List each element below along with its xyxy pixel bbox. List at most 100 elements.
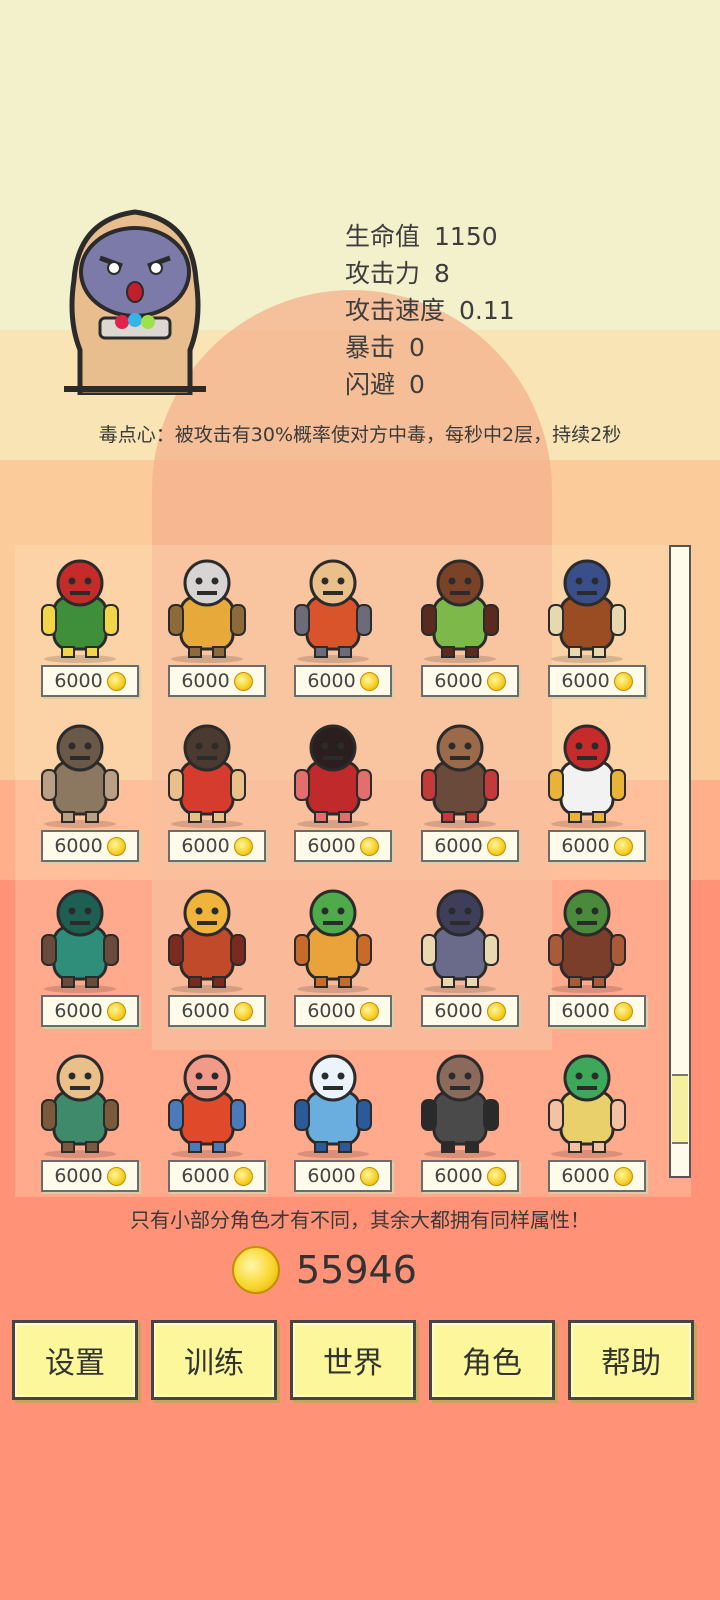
stat-hp: 生命值 1150 <box>345 222 498 251</box>
character-button[interactable]: 角色 <box>429 1320 555 1400</box>
price-value: 6000 <box>434 1000 483 1022</box>
character-card[interactable]: 6000 <box>152 877 266 1037</box>
coin-icon <box>486 1001 506 1021</box>
settings-button[interactable]: 设置 <box>12 1320 138 1400</box>
price-tag: 6000 <box>168 1160 266 1192</box>
green-troll-icon <box>41 889 119 993</box>
fox-cook-icon <box>168 1054 246 1158</box>
price-tag: 6000 <box>548 1160 646 1192</box>
price-value: 6000 <box>307 1000 356 1022</box>
price-tag: 6000 <box>294 665 392 697</box>
character-card[interactable]: 6000 <box>405 712 519 872</box>
character-card[interactable]: 6000 <box>152 1042 266 1202</box>
coin-icon <box>359 836 379 856</box>
coin-icon <box>613 1001 633 1021</box>
price-tag: 6000 <box>168 995 266 1027</box>
coin-icon <box>613 1166 633 1186</box>
character-card[interactable]: 6000 <box>25 877 139 1037</box>
price-value: 6000 <box>54 1000 103 1022</box>
tentacle-monster-icon <box>421 889 499 993</box>
chimera-icon <box>294 889 372 993</box>
hero-portrait-icon <box>64 209 206 395</box>
price-tag: 6000 <box>41 1160 139 1192</box>
price-tag: 6000 <box>41 665 139 697</box>
price-tag: 6000 <box>41 830 139 862</box>
price-value: 6000 <box>307 1165 356 1187</box>
coin-icon <box>232 1246 280 1294</box>
price-value: 6000 <box>181 1165 230 1187</box>
price-value: 6000 <box>307 835 356 857</box>
scroll-thumb[interactable] <box>672 1074 688 1144</box>
character-card[interactable]: 6000 <box>278 1042 392 1202</box>
price-tag: 6000 <box>548 665 646 697</box>
coin-icon <box>359 671 379 691</box>
hint-text: 只有小部分角色才有不同，其余大都拥有同样属性！ <box>130 1208 590 1232</box>
character-card[interactable]: 6000 <box>532 1042 646 1202</box>
price-value: 6000 <box>434 670 483 692</box>
character-card[interactable]: 6000 <box>405 1042 519 1202</box>
world-button[interactable]: 世界 <box>290 1320 416 1400</box>
hero-stats: 生命值 1150 攻击力 8 攻击速度 0.11 暴击 0 闪避 0 <box>345 218 515 403</box>
character-card[interactable]: 6000 <box>152 712 266 872</box>
coin-icon <box>486 1166 506 1186</box>
character-card[interactable]: 6000 <box>278 712 392 872</box>
price-tag: 6000 <box>294 830 392 862</box>
treant-icon <box>548 889 626 993</box>
character-card[interactable]: 6000 <box>532 712 646 872</box>
ability-description: 毒点心：被攻击有30%概率使对方中毒，每秒中2层，持续2秒 <box>98 424 622 446</box>
character-card[interactable]: 6000 <box>25 712 139 872</box>
stat-dodge: 闪避 0 <box>345 370 425 399</box>
coin-icon <box>486 671 506 691</box>
price-value: 6000 <box>434 835 483 857</box>
price-value: 6000 <box>307 670 356 692</box>
character-card[interactable]: 6000 <box>405 547 519 707</box>
mimic-chest-icon <box>168 889 246 993</box>
coin-icon <box>106 1166 126 1186</box>
price-value: 6000 <box>434 1165 483 1187</box>
coin-icon <box>233 671 253 691</box>
red-demon-girl-icon <box>294 724 372 828</box>
coin-amount: 55946 <box>296 1248 417 1292</box>
coin-icon <box>486 836 506 856</box>
goblin-boar-rider-icon <box>421 559 499 663</box>
frog-king-icon <box>41 559 119 663</box>
red-dragon-warrior-icon <box>294 559 372 663</box>
coin-icon <box>233 1166 253 1186</box>
price-value: 6000 <box>181 835 230 857</box>
character-card[interactable]: 6000 <box>278 877 392 1037</box>
character-card[interactable]: 6000 <box>25 547 139 707</box>
character-card[interactable]: 6000 <box>405 877 519 1037</box>
coin-icon <box>106 836 126 856</box>
coin-icon <box>106 671 126 691</box>
stat-attack-speed: 攻击速度 0.11 <box>345 296 515 325</box>
stat-attack: 攻击力 8 <box>345 259 450 288</box>
price-tag: 6000 <box>41 995 139 1027</box>
coin-icon <box>106 1001 126 1021</box>
coin-icon <box>613 836 633 856</box>
price-tag: 6000 <box>421 1160 519 1192</box>
price-value: 6000 <box>181 1000 230 1022</box>
minotaur-icon <box>548 559 626 663</box>
coin-icon <box>359 1001 379 1021</box>
price-value: 6000 <box>561 1165 610 1187</box>
character-card[interactable]: 6000 <box>532 877 646 1037</box>
coin-icon <box>233 1001 253 1021</box>
price-tag: 6000 <box>168 830 266 862</box>
character-scrollbar[interactable] <box>669 545 691 1178</box>
character-card[interactable]: 6000 <box>532 547 646 707</box>
training-button[interactable]: 训练 <box>151 1320 277 1400</box>
price-value: 6000 <box>561 835 610 857</box>
price-tag: 6000 <box>548 830 646 862</box>
lizard-beast-icon <box>421 724 499 828</box>
coin-icon <box>233 836 253 856</box>
price-tag: 6000 <box>294 1160 392 1192</box>
price-tag: 6000 <box>421 665 519 697</box>
mermaid-icon <box>548 1054 626 1158</box>
price-tag: 6000 <box>294 995 392 1027</box>
help-button[interactable]: 帮助 <box>568 1320 694 1400</box>
price-value: 6000 <box>561 1000 610 1022</box>
character-card[interactable]: 6000 <box>278 547 392 707</box>
character-card[interactable]: 6000 <box>25 1042 139 1202</box>
coin-balance: 55946 <box>232 1246 417 1294</box>
character-card[interactable]: 6000 <box>152 547 266 707</box>
